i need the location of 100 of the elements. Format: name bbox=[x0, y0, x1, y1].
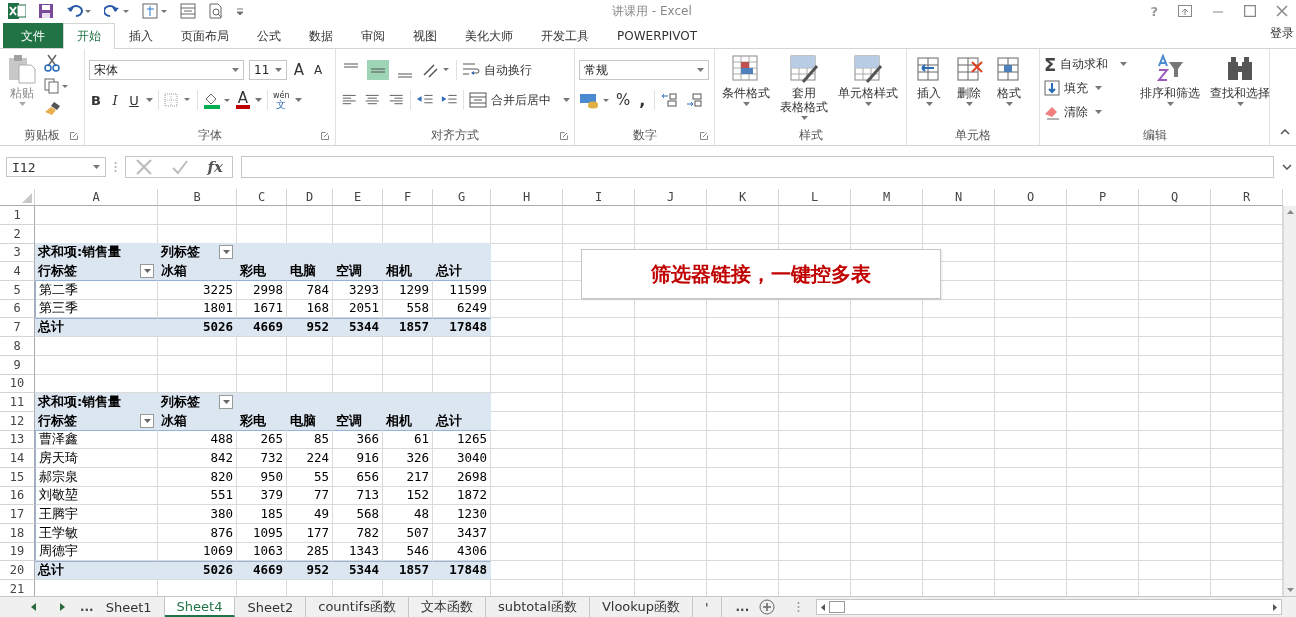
ribbon-tab[interactable]: 页面布局 bbox=[167, 23, 243, 48]
collapse-ribbon-icon[interactable] bbox=[1280, 129, 1290, 135]
column-header[interactable]: J bbox=[635, 189, 707, 206]
row-header[interactable]: 18 bbox=[0, 523, 35, 543]
filter-dropdown-button[interactable] bbox=[219, 245, 233, 260]
undo-icon[interactable] bbox=[66, 3, 92, 19]
pivot-refresh-icon[interactable] bbox=[142, 3, 168, 19]
dialog-launcher-icon[interactable] bbox=[321, 132, 329, 140]
ribbon-tab[interactable]: POWERPIVOT bbox=[603, 23, 711, 48]
filter-dropdown-button[interactable] bbox=[140, 413, 154, 428]
format-painter-icon[interactable] bbox=[44, 100, 62, 116]
column-header[interactable]: C bbox=[237, 189, 287, 206]
row-header[interactable]: 8 bbox=[0, 336, 35, 356]
column-header[interactable]: H bbox=[491, 189, 563, 206]
column-header[interactable]: L bbox=[779, 189, 851, 206]
ribbon-tab[interactable]: 文件 bbox=[3, 23, 63, 48]
filter-dropdown-button[interactable] bbox=[140, 264, 154, 279]
scroll-up-icon[interactable] bbox=[1286, 210, 1294, 214]
bold-button[interactable]: B bbox=[89, 92, 103, 108]
merge-center-button[interactable]: 合并后居中 bbox=[469, 90, 571, 110]
scroll-down-icon[interactable] bbox=[1286, 588, 1294, 592]
row-header[interactable]: 1 bbox=[0, 206, 35, 225]
ribbon-tab[interactable]: 审阅 bbox=[347, 23, 399, 48]
scroll-left-icon[interactable] bbox=[821, 603, 826, 611]
horizontal-scrollbar[interactable] bbox=[816, 599, 1282, 615]
editing-button[interactable]: 排序和筛选 bbox=[1137, 52, 1204, 125]
row-header[interactable]: 9 bbox=[0, 355, 35, 375]
style-button[interactable]: 单元格样式 bbox=[835, 52, 901, 125]
italic-button[interactable]: I bbox=[108, 92, 122, 108]
column-header[interactable]: N bbox=[923, 189, 995, 206]
scroll-right-icon[interactable] bbox=[1273, 603, 1277, 611]
save-icon[interactable] bbox=[38, 3, 54, 19]
insert-function-button[interactable]: fx bbox=[207, 158, 223, 176]
more-sheets-button[interactable]: ... bbox=[80, 600, 94, 614]
style-button[interactable]: 条件格式 bbox=[719, 52, 773, 125]
split-handle-icon[interactable] bbox=[797, 601, 801, 613]
copy-icon[interactable] bbox=[44, 78, 68, 94]
filter-dropdown-button[interactable] bbox=[219, 394, 233, 409]
ribbon-tab[interactable]: 美化大师 bbox=[451, 23, 527, 48]
percent-button[interactable]: % bbox=[616, 91, 631, 109]
name-box[interactable]: I12 bbox=[6, 157, 106, 177]
row-header[interactable]: 10 bbox=[0, 374, 35, 394]
column-header[interactable]: A bbox=[35, 189, 158, 206]
ribbon-tab[interactable]: 视图 bbox=[399, 23, 451, 48]
column-header[interactable]: E bbox=[333, 189, 383, 206]
text-orientation-icon[interactable] bbox=[421, 61, 451, 79]
column-header[interactable]: K bbox=[707, 189, 779, 206]
sheet-tab[interactable]: 文本函数 bbox=[408, 597, 486, 617]
wrap-text-button[interactable]: 自动换行 bbox=[462, 60, 532, 80]
row-header[interactable]: 5 bbox=[0, 280, 35, 300]
row-header[interactable]: 2 bbox=[0, 224, 35, 244]
cells-button[interactable]: 格式 bbox=[991, 52, 1027, 125]
caret-icon[interactable] bbox=[294, 98, 302, 102]
ribbon-tab[interactable]: 公式 bbox=[243, 23, 295, 48]
font-size-field[interactable]: 11 bbox=[249, 60, 287, 80]
fill-color-icon[interactable] bbox=[203, 91, 231, 109]
column-header[interactable]: B bbox=[158, 189, 237, 206]
increase-font-button[interactable]: A bbox=[292, 61, 306, 79]
maximize-icon[interactable] bbox=[1244, 5, 1256, 17]
clear-button[interactable]: 清除 bbox=[1044, 102, 1128, 122]
column-header[interactable]: G bbox=[433, 189, 491, 206]
add-sheet-icon[interactable] bbox=[759, 599, 776, 615]
scroll-right-icon[interactable] bbox=[58, 603, 66, 611]
vertical-scrollbar[interactable] bbox=[1283, 206, 1296, 596]
redo-icon[interactable] bbox=[104, 3, 130, 19]
ribbon-display-icon[interactable] bbox=[1178, 5, 1192, 17]
sheet-tab[interactable]: ' bbox=[692, 597, 722, 617]
column-header[interactable]: D bbox=[287, 189, 333, 206]
fill-button[interactable]: 填充 bbox=[1044, 78, 1128, 98]
column-header[interactable]: M bbox=[851, 189, 923, 206]
print-preview-icon[interactable] bbox=[208, 3, 224, 19]
cells-button[interactable]: 删除 bbox=[951, 52, 987, 125]
decrease-font-button[interactable]: A bbox=[311, 63, 325, 77]
paste-button[interactable]: 粘贴 bbox=[4, 52, 40, 125]
row-header[interactable]: 13 bbox=[0, 430, 35, 450]
cells-button[interactable]: 插入 bbox=[911, 52, 947, 125]
font-color-button[interactable]: A bbox=[236, 91, 250, 109]
font-name-field[interactable]: 宋体 bbox=[89, 60, 244, 80]
row-header[interactable]: 17 bbox=[0, 505, 35, 524]
autosum-button[interactable]: Σ 自动求和 bbox=[1044, 54, 1128, 74]
column-header[interactable]: P bbox=[1067, 189, 1139, 206]
caret-icon[interactable] bbox=[255, 98, 262, 102]
sign-in-link[interactable]: 登录 bbox=[1270, 25, 1294, 42]
formula-input-field[interactable] bbox=[241, 156, 1274, 178]
row-header[interactable]: 19 bbox=[0, 542, 35, 562]
row-header[interactable]: 6 bbox=[0, 299, 35, 319]
editing-button[interactable]: 查找和选择 bbox=[1207, 52, 1274, 125]
row-header[interactable]: 14 bbox=[0, 448, 35, 468]
ribbon-tab[interactable]: 开始 bbox=[63, 23, 115, 49]
style-button[interactable]: 套用 表格格式 bbox=[777, 52, 831, 125]
dialog-launcher-icon[interactable] bbox=[700, 132, 708, 140]
comma-button[interactable]: , bbox=[635, 90, 650, 110]
sheet-tab[interactable]: subtotal函数 bbox=[485, 597, 590, 617]
sheet-tab[interactable]: Vlookup函数 bbox=[589, 597, 693, 617]
sheet-tab[interactable]: Sheet4 bbox=[164, 597, 236, 617]
phonetic-guide-button[interactable]: wén 文 bbox=[273, 91, 290, 109]
column-header[interactable]: O bbox=[995, 189, 1067, 206]
underline-button[interactable]: U bbox=[127, 92, 141, 108]
column-header[interactable]: I bbox=[563, 189, 635, 206]
expand-formula-icon[interactable] bbox=[1282, 164, 1292, 170]
